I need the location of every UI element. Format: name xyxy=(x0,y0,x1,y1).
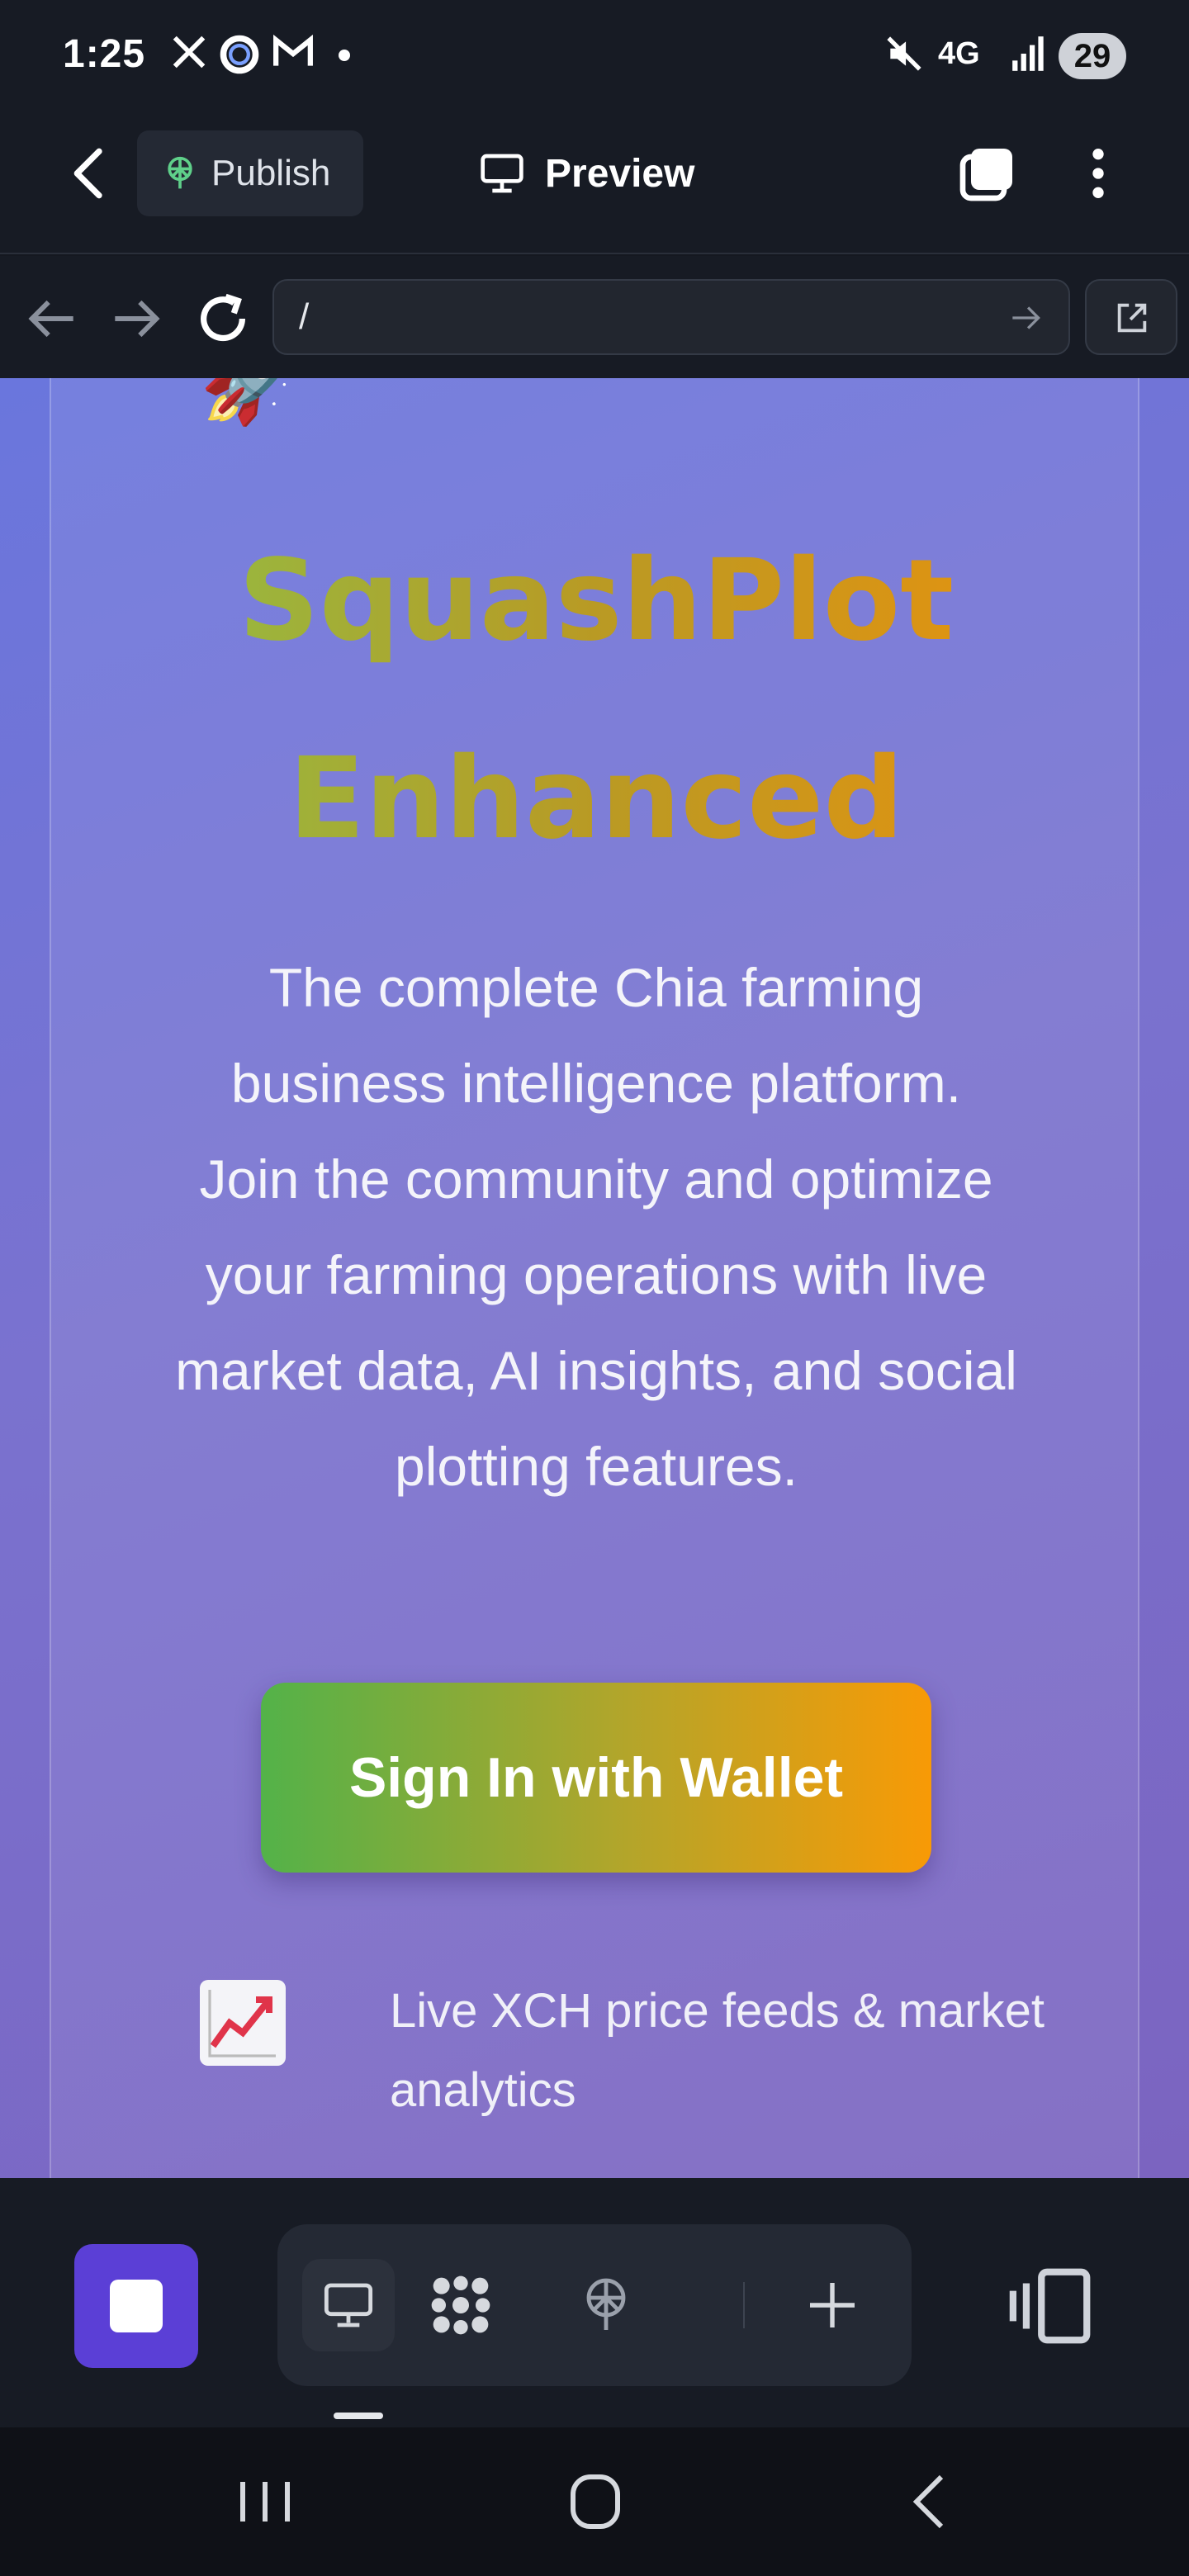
x-app-icon xyxy=(173,36,206,69)
reload-icon[interactable] xyxy=(190,286,256,352)
mute-icon xyxy=(887,36,921,71)
stop-icon xyxy=(110,2280,163,2332)
app-bar: Publish Preview xyxy=(0,116,1189,254)
monitor-icon xyxy=(481,154,523,193)
hero-card: 🚀 SquashPlot Enhanced The complete Chia … xyxy=(50,378,1139,2178)
web-preview: 🚀 SquashPlot Enhanced The complete Chia … xyxy=(0,378,1189,2178)
app-notification-icon xyxy=(220,35,259,74)
preview-tab[interactable]: Preview xyxy=(479,140,694,206)
deploy-button[interactable] xyxy=(560,2259,652,2351)
status-time: 1:25 xyxy=(63,32,146,76)
extensions-button[interactable] xyxy=(414,2259,507,2351)
network-type: 4G xyxy=(938,36,980,71)
feature-text: Live XCH price feeds & market analytics xyxy=(390,1984,1045,2117)
add-button[interactable] xyxy=(786,2259,879,2351)
toolbar-divider xyxy=(743,2282,745,2328)
desktop-view-button[interactable] xyxy=(302,2259,395,2351)
gmail-icon xyxy=(273,34,313,66)
tool-group xyxy=(277,2224,912,2386)
recent-apps-icon[interactable] xyxy=(228,2469,302,2535)
rocket-emoji: 🚀 xyxy=(200,378,299,427)
signal-icon xyxy=(1012,36,1044,71)
feature-item: Live XCH price feeds & market analytics xyxy=(200,1972,1108,2153)
publish-label: Publish xyxy=(211,153,331,193)
browser-back-icon[interactable] xyxy=(18,286,84,352)
tabs-icon[interactable] xyxy=(955,140,1021,206)
hero-description: The complete Chia farming business intel… xyxy=(175,957,1017,1497)
publish-button[interactable]: Publish xyxy=(137,130,363,216)
active-tab-indicator xyxy=(334,2413,383,2419)
back-arrow-icon[interactable] xyxy=(58,140,124,206)
chart-increasing-icon xyxy=(200,1980,286,2066)
browser-forward-icon[interactable] xyxy=(104,286,170,352)
bottom-toolbar xyxy=(0,2178,1189,2427)
grid-dots-icon xyxy=(431,2275,490,2335)
browser-bar: / xyxy=(0,256,1189,378)
publish-antenna-icon xyxy=(168,156,192,189)
battery-indicator: 29 xyxy=(1059,33,1126,79)
more-vert-icon[interactable] xyxy=(1073,140,1123,206)
url-input[interactable]: / xyxy=(272,279,1070,355)
stop-button[interactable] xyxy=(74,2244,198,2368)
plus-icon xyxy=(810,2283,855,2327)
home-icon[interactable] xyxy=(558,2469,632,2535)
monitor-icon xyxy=(324,2283,373,2327)
sign-in-with-wallet-button[interactable]: Sign In with Wallet xyxy=(261,1683,931,1873)
open-external-icon xyxy=(1117,303,1147,333)
antenna-icon xyxy=(586,2278,626,2330)
status-bar: 1:25 4G 29 xyxy=(0,0,1189,116)
system-back-icon[interactable] xyxy=(892,2469,966,2535)
system-nav-bar xyxy=(0,2427,1189,2576)
hero-title: SquashPlot Enhanced xyxy=(51,502,1141,898)
preview-label: Preview xyxy=(545,151,695,196)
open-external-button[interactable] xyxy=(1085,279,1177,355)
url-text: / xyxy=(299,296,310,337)
panel-toggle-icon[interactable] xyxy=(1007,2261,1098,2351)
notification-dot-icon xyxy=(339,50,350,61)
go-arrow-icon[interactable] xyxy=(1006,297,1047,339)
